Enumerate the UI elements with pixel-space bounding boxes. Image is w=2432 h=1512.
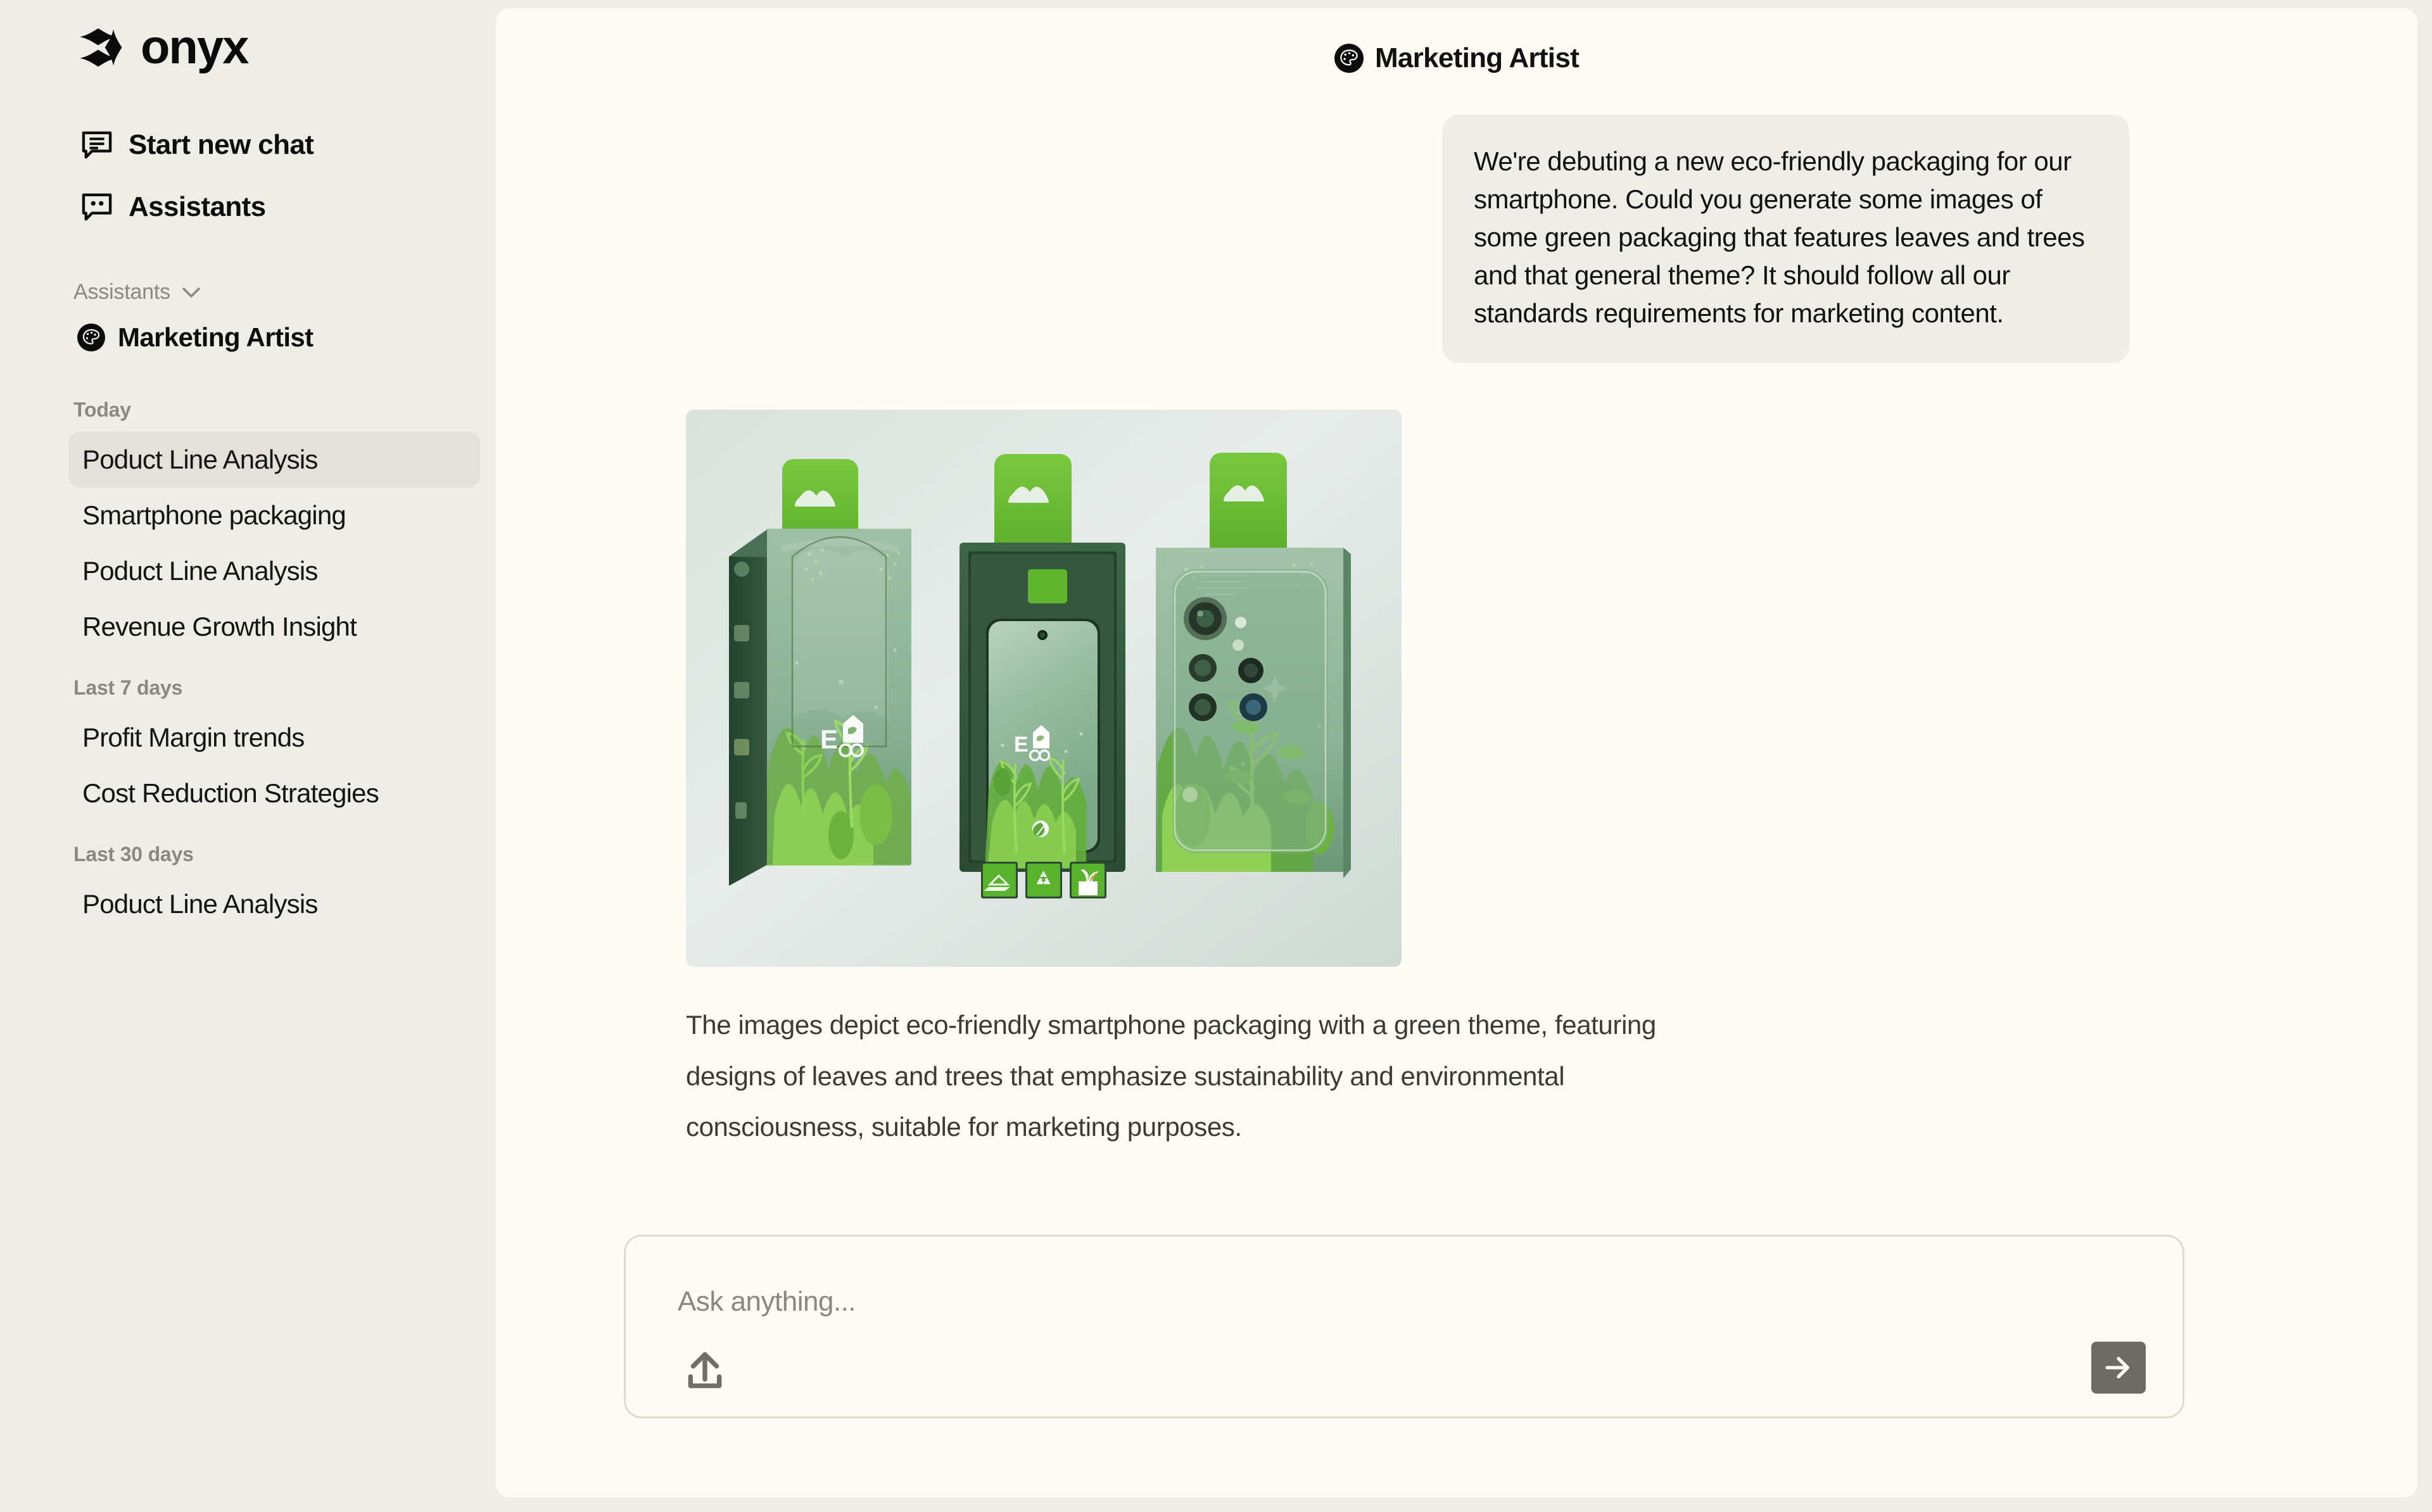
new-chat-icon (79, 129, 115, 161)
upload-icon (688, 1352, 722, 1389)
chevron-down-icon (182, 287, 200, 298)
sidebar: onyx Start new chat Assistants Assistant… (0, 0, 496, 1512)
chat-history-list: Today Poduct Line Analysis Smartphone pa… (0, 398, 496, 932)
history-group-label: Today (73, 398, 131, 421)
onyx-logo-icon (80, 28, 122, 67)
chat-input-placeholder: Ask anything... (678, 1286, 856, 1317)
history-item-label: Revenue Growth Insight (82, 612, 357, 641)
history-item[interactable]: Revenue Growth Insight (68, 599, 480, 655)
svg-text:E: E (1014, 733, 1029, 757)
history-item-label: Profit Margin trends (82, 722, 305, 752)
chat-header: Marketing Artist (496, 8, 2417, 78)
sidebar-assistant-marketing-artist[interactable]: Marketing Artist (77, 322, 496, 353)
history-item[interactable]: Smartphone packaging (68, 488, 480, 543)
history-item[interactable]: Profit Margin trends (68, 710, 480, 765)
assistants-section-toggle[interactable]: Assistants (73, 280, 496, 305)
history-group-label: Last 7 days (73, 676, 183, 699)
sidebar-item-label: Start new chat (129, 129, 314, 160)
history-group: Today Poduct Line Analysis Smartphone pa… (0, 398, 496, 655)
primary-nav: Start new chat Assistants (0, 122, 496, 230)
history-item-label: Cost Reduction Strategies (82, 778, 379, 808)
generated-image[interactable]: E E (686, 410, 1402, 967)
assistant-message-row: E E The images depict eco-friendly smart… (686, 410, 2417, 1153)
assistant-response-text: The images depict eco-friendly smartphon… (686, 1010, 1656, 1142)
history-item-label: Poduct Line Analysis (82, 556, 318, 586)
chat-panel: Marketing Artist We're debuting a new ec… (496, 8, 2417, 1497)
history-group-label: Last 30 days (73, 843, 194, 866)
assistants-chat-icon (79, 191, 115, 223)
history-item[interactable]: Poduct Line Analysis (68, 876, 480, 932)
assistants-section-label: Assistants (73, 280, 170, 304)
brand-logo[interactable]: onyx (70, 19, 496, 76)
sidebar-item-start-new-chat[interactable]: Start new chat (79, 122, 496, 168)
history-item-label: Poduct Line Analysis (82, 889, 318, 919)
upload-button[interactable] (683, 1351, 727, 1392)
user-message-bubble: We're debuting a new eco-friendly packag… (1442, 115, 2129, 363)
palette-avatar-icon (77, 324, 105, 351)
user-message-row: We're debuting a new eco-friendly packag… (496, 115, 2417, 363)
palette-avatar-icon (1334, 44, 1364, 73)
sidebar-item-label: Assistants (129, 191, 266, 222)
message-composer[interactable]: Ask anything... (624, 1235, 2184, 1418)
svg-text:E: E (820, 724, 838, 754)
send-button[interactable] (2091, 1342, 2146, 1394)
history-item[interactable]: Cost Reduction Strategies (68, 765, 480, 821)
sidebar-item-assistants[interactable]: Assistants (79, 184, 496, 230)
page-title: Marketing Artist (1374, 42, 1580, 73)
assistant-label: Marketing Artist (118, 322, 314, 352)
brand-name: onyx (141, 20, 249, 74)
arrow-right-icon (2105, 1357, 2129, 1378)
history-item[interactable]: Poduct Line Analysis (68, 543, 480, 599)
history-item-label: Poduct Line Analysis (82, 444, 318, 474)
app-root: onyx Start new chat Assistants Assistant… (0, 0, 2432, 1512)
history-group: Last 7 days Profit Margin trends Cost Re… (0, 676, 496, 821)
history-item-label: Smartphone packaging (82, 500, 346, 530)
history-item[interactable]: Poduct Line Analysis (68, 432, 480, 488)
history-group: Last 30 days Poduct Line Analysis (0, 843, 496, 932)
message-list: We're debuting a new eco-friendly packag… (496, 115, 2417, 1153)
